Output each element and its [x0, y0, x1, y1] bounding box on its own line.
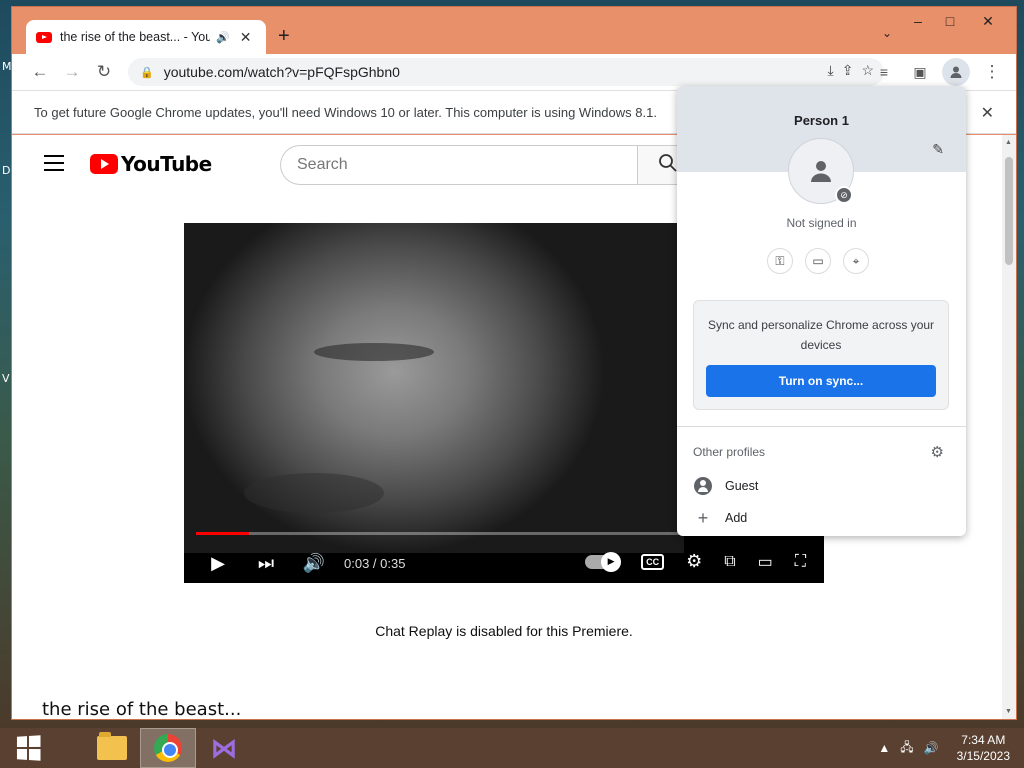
search-input[interactable]: Search — [280, 145, 638, 185]
passwords-key-icon[interactable]: ⚿ — [767, 248, 793, 274]
browser-tab[interactable]: the rise of the beast... - YouTube 🔊 ✕ — [26, 20, 266, 54]
browser-toolbar: ← → ↻ 🔒 youtube.com/watch?v=pFQFspGhbn0 … — [12, 54, 1016, 90]
chat-replay-message: Chat Replay is disabled for this Premier… — [375, 623, 633, 639]
forward-button[interactable]: → — [56, 56, 88, 88]
divider — [677, 426, 966, 427]
addresses-pin-icon[interactable]: ⌖ — [843, 248, 869, 274]
window-controls: – □ ✕ — [902, 7, 1010, 35]
toolbar-right: ≡ ▣ ⋮ — [868, 56, 1008, 88]
video-controls-right: CC ⚙ ⧉ ▭ ⛶ — [585, 551, 806, 572]
plus-icon: + — [697, 507, 709, 528]
settings-gear-icon[interactable]: ⚙ — [686, 551, 702, 572]
profile-button[interactable] — [940, 56, 972, 88]
sync-promo: Sync and personalize Chrome across your … — [693, 300, 949, 410]
profile-name: Person 1 — [794, 113, 849, 128]
close-window-button[interactable]: ✕ — [966, 7, 1010, 35]
show-hidden-icons-icon[interactable]: ▲ — [878, 741, 890, 755]
visual-studio-icon: ⋈ — [211, 732, 237, 763]
maximize-button[interactable]: □ — [934, 7, 966, 35]
next-icon[interactable]: ⏭ — [242, 553, 290, 574]
windows-logo-icon — [16, 735, 41, 761]
captions-icon[interactable]: CC — [641, 553, 665, 570]
profile-item-label: Add — [725, 511, 748, 525]
media-control-icon[interactable]: ≡ — [868, 56, 900, 88]
speaker-icon[interactable]: 🔊 — [216, 31, 230, 44]
person-icon — [811, 161, 831, 182]
sync-text: Sync and personalize Chrome across your … — [707, 318, 935, 352]
tab-search-icon[interactable]: ⌄ — [882, 26, 892, 40]
autofill-shortcuts: ⚿ ▭ ⌖ — [767, 248, 869, 274]
tab-close-icon[interactable]: ✕ — [240, 29, 252, 46]
clock-time: 7:34 AM — [961, 733, 1006, 747]
guest-icon — [693, 476, 713, 496]
clock-date: 3/15/2023 — [956, 749, 1010, 763]
youtube-favicon-icon — [36, 31, 52, 43]
volume-tray-icon[interactable]: 🔊 — [924, 741, 939, 755]
minimize-button[interactable]: – — [902, 7, 934, 35]
profile-menu: Person 1 ✎ ⊘ Not signed in ⚿ ▭ ⌖ Sync an… — [677, 86, 966, 536]
play-icon[interactable]: ▶ — [194, 553, 242, 574]
file-explorer-button[interactable] — [84, 728, 140, 768]
profile-avatar-icon — [942, 58, 970, 86]
other-profiles-label: Other profiles — [693, 445, 766, 459]
desktop-icon-label[interactable]: V — [2, 372, 10, 385]
reload-button[interactable]: ↻ — [88, 56, 120, 88]
miniplayer-icon[interactable]: ⧉ — [724, 553, 735, 571]
address-bar[interactable]: 🔒 youtube.com/watch?v=pFQFspGhbn0 ⤓ ⇪ ☆ — [128, 58, 884, 86]
search-icon — [658, 153, 678, 178]
chrome-taskbar-button[interactable] — [140, 728, 196, 768]
youtube-logo-text: YouTube — [121, 152, 212, 176]
youtube-play-icon — [90, 154, 118, 174]
fullscreen-icon[interactable]: ⛶ — [795, 553, 806, 571]
system-tray: ▲ 🖧 🔊 7:34 AM 3/15/2023 — [878, 732, 1010, 764]
edit-pencil-icon[interactable]: ✎ — [932, 141, 944, 158]
tab-title: the rise of the beast... - YouTube — [60, 30, 210, 44]
clock[interactable]: 7:34 AM 3/15/2023 — [957, 732, 1010, 764]
share-icon[interactable]: ⇪ — [842, 62, 854, 79]
folder-icon — [97, 732, 127, 760]
scrollbar-thumb[interactable] — [1005, 157, 1013, 265]
video-controls: ▶ ⏭ 🔊 0:03 / 0:35 CC ⚙ ⧉ ▭ ⛶ — [184, 543, 824, 583]
url-text: youtube.com/watch?v=pFQFspGhbn0 — [163, 64, 400, 80]
lock-icon[interactable]: 🔒 — [140, 66, 154, 79]
infobar-close-icon[interactable]: ✕ — [981, 103, 994, 123]
network-icon[interactable]: 🖧 — [900, 738, 913, 759]
scroll-up-icon[interactable]: ▲ — [1005, 139, 1012, 146]
youtube-logo[interactable]: YouTube — [90, 152, 212, 176]
profile-item-label: Guest — [725, 479, 759, 493]
profile-item-add[interactable]: + Add — [693, 507, 748, 528]
new-tab-button[interactable]: + — [278, 25, 290, 48]
theater-mode-icon[interactable]: ▭ — [758, 552, 773, 572]
manage-profiles-gear-icon[interactable]: ⚙ — [931, 443, 944, 461]
infobar-message: To get future Google Chrome updates, you… — [34, 104, 657, 120]
sign-in-status: Not signed in — [786, 216, 857, 230]
autoplay-toggle[interactable] — [585, 551, 622, 572]
scroll-down-icon[interactable]: ▼ — [1005, 708, 1012, 715]
taskbar: ⋈ ▲ 🖧 🔊 7:34 AM 3/15/2023 — [0, 728, 1024, 768]
desktop-icon-label[interactable]: D — [2, 164, 10, 177]
video-time: 0:03 / 0:35 — [344, 555, 406, 571]
progress-fill — [196, 532, 249, 535]
chrome-menu-button[interactable]: ⋮ — [976, 56, 1008, 88]
menu-icon[interactable] — [44, 155, 64, 176]
profile-item-guest[interactable]: Guest — [693, 476, 758, 496]
payment-card-icon[interactable]: ▭ — [805, 248, 831, 274]
visual-studio-button[interactable]: ⋈ — [196, 728, 252, 768]
video-title: the rise of the beast... — [42, 699, 242, 719]
volume-icon[interactable]: 🔊 — [290, 553, 338, 574]
chrome-icon — [154, 734, 182, 762]
install-icon[interactable]: ⤓ — [828, 62, 834, 79]
side-panel-icon[interactable]: ▣ — [904, 56, 936, 88]
sync-off-badge-icon: ⊘ — [835, 186, 853, 204]
back-button[interactable]: ← — [24, 56, 56, 88]
video-frame — [184, 223, 684, 553]
page-scrollbar[interactable]: ▲ ▼ — [1002, 135, 1016, 719]
turn-on-sync-button[interactable]: Turn on sync... — [706, 365, 936, 397]
start-button[interactable] — [0, 728, 56, 768]
